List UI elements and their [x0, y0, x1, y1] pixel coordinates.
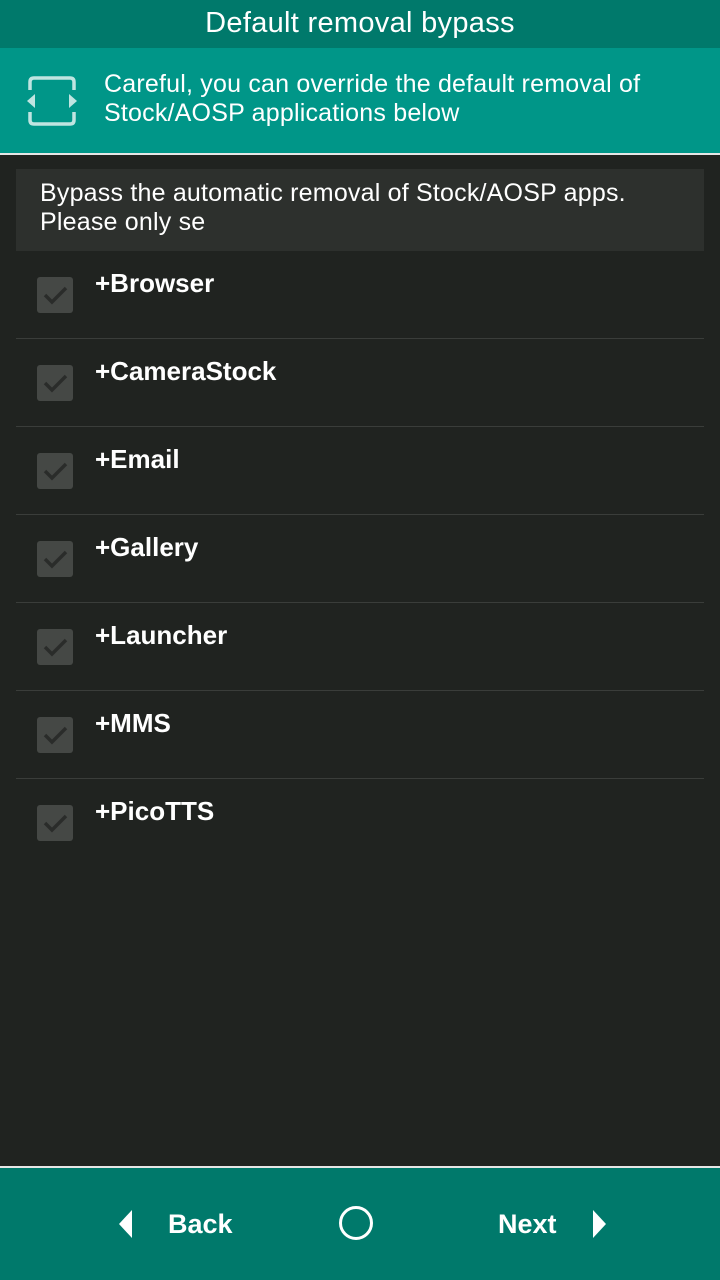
app-row-email[interactable]: +Email	[16, 427, 704, 515]
app-list-panel: Bypass the automatic removal of Stock/AO…	[16, 169, 704, 867]
checkbox-mms[interactable]	[37, 717, 73, 753]
checkbox-browser[interactable]	[37, 277, 73, 313]
back-button[interactable]: Back	[118, 1200, 233, 1248]
screen: Default removal bypass Careful, you can …	[0, 0, 720, 1280]
app-row-browser[interactable]: +Browser	[16, 251, 704, 339]
warning-text: Careful, you can override the default re…	[104, 70, 704, 128]
app-label: +Launcher	[95, 620, 228, 650]
app-label: +Email	[95, 444, 180, 474]
back-button-label: Back	[168, 1208, 233, 1239]
page-title: Default removal bypass	[205, 6, 515, 39]
app-row-picotts[interactable]: +PicoTTS	[16, 779, 704, 867]
app-label: +MMS	[95, 708, 171, 738]
app-label: +PicoTTS	[95, 796, 215, 826]
bottom-navigation-bar: Back Next	[0, 1168, 720, 1280]
checkbox-email[interactable]	[37, 453, 73, 489]
app-row-launcher[interactable]: +Launcher	[16, 603, 704, 691]
warning-text-line1: Careful, you can override the default re…	[104, 70, 641, 98]
app-label: +Gallery	[95, 532, 199, 562]
description-line2: Please only se	[40, 208, 206, 236]
chevron-left-icon	[119, 1210, 132, 1238]
warning-banner: Careful, you can override the default re…	[0, 48, 720, 153]
check-icon	[43, 638, 68, 657]
checkbox-gallery[interactable]	[37, 541, 73, 577]
warning-text-line2: Stock/AOSP applications below	[104, 99, 460, 127]
app-row-mms[interactable]: +MMS	[16, 691, 704, 779]
next-button-label: Next	[498, 1208, 557, 1239]
home-circle-icon[interactable]	[338, 1205, 374, 1241]
check-icon	[43, 286, 68, 305]
title-bar: Default removal bypass	[0, 0, 720, 48]
description-line1: Bypass the automatic removal of Stock/AO…	[40, 179, 626, 207]
app-row-gallery[interactable]: +Gallery	[16, 515, 704, 603]
app-row-camerastock[interactable]: +CameraStock	[16, 339, 704, 427]
checkbox-launcher[interactable]	[37, 629, 73, 665]
check-icon	[43, 814, 68, 833]
resize-icon	[27, 76, 77, 126]
next-button[interactable]: Next	[498, 1200, 607, 1248]
app-label: +CameraStock	[95, 356, 277, 386]
app-label: +Browser	[95, 268, 215, 298]
divider	[0, 153, 720, 155]
check-icon	[43, 550, 68, 569]
list-description: Bypass the automatic removal of Stock/AO…	[16, 169, 704, 251]
chevron-right-icon	[592, 1210, 606, 1238]
checkbox-picotts[interactable]	[37, 805, 73, 841]
checkbox-camerastock[interactable]	[37, 365, 73, 401]
check-icon	[43, 374, 68, 393]
check-icon	[43, 726, 68, 745]
check-icon	[43, 462, 68, 481]
